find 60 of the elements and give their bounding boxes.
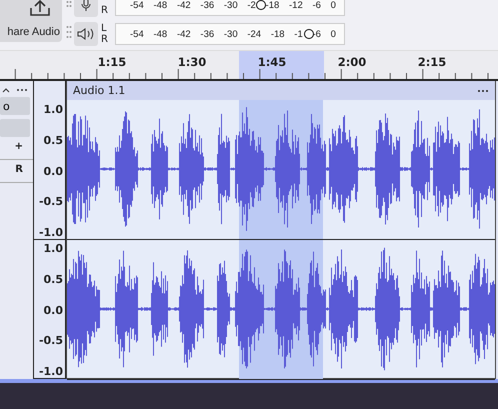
solo-button[interactable]: o: [0, 97, 30, 115]
gain-label: +: [14, 141, 23, 152]
share-audio-button[interactable]: hare Audio: [0, 0, 62, 42]
meter-tick-label: -18: [266, 0, 280, 10]
meter-tick-label: -1: [294, 28, 303, 40]
meter-slider-thumb[interactable]: [256, 0, 266, 10]
meter-tick-label: -24: [247, 28, 262, 40]
amplitude-label: 1.0: [44, 242, 63, 255]
grip-icon[interactable]: [66, 25, 72, 39]
meter-tick-label: -12: [289, 0, 303, 10]
timeline-ruler[interactable]: 1:15 1:30 1:45 2:00 2:15: [0, 51, 498, 81]
time-label: 2:15: [416, 55, 448, 69]
time-label: 2:00: [336, 55, 368, 69]
meter-tick-label: 0: [330, 28, 336, 40]
meter-tick-label: -54: [130, 28, 144, 40]
channel-label: L: [101, 23, 108, 34]
speaker-icon: [77, 27, 95, 41]
meter-tick-label: -6: [312, 0, 321, 10]
grip-icon[interactable]: [66, 0, 72, 10]
more-icon[interactable]: [477, 88, 489, 92]
pan-label: R: [15, 164, 23, 175]
meter-tick-label: -18: [270, 28, 285, 40]
amplitude-label: -0.5: [38, 334, 63, 348]
meter-tick-label: -30: [224, 28, 238, 40]
time-label: 1:30: [176, 55, 208, 69]
meter-slider-thumb[interactable]: [304, 29, 314, 39]
clip-header[interactable]: Audio 1.1: [67, 81, 495, 100]
meter-slider[interactable]: -54 -48 -42 -36 -30 -2 -18 -12 -6 0: [115, 0, 345, 16]
clip-name: Audio 1.1: [73, 84, 126, 97]
amplitude-label: -1.0: [38, 226, 63, 239]
amplitude-label: -0.5: [38, 195, 63, 208]
meter-slider[interactable]: -54 -48 -42 -36 -30 -24 -18 -1 -6 0: [115, 23, 345, 45]
meter-tick-label: -36: [200, 28, 214, 40]
track-button[interactable]: [0, 119, 30, 137]
amplitude-label: 0.5: [44, 272, 63, 286]
meter-tick-label: -48: [153, 28, 168, 40]
meter-tick-label: -48: [153, 0, 168, 10]
time-label: 1:45: [256, 55, 288, 69]
upload-icon: [29, 0, 51, 16]
channel-label: R: [101, 34, 109, 45]
meter-tick-label: 0: [330, 0, 336, 10]
meter-tick-label: -42: [176, 28, 191, 40]
amplitude-label: 0.0: [44, 304, 63, 316]
microphone-icon: [80, 0, 92, 12]
channel-label: R: [101, 5, 109, 16]
collapse-icon[interactable]: [2, 87, 10, 93]
meter-tick-label: -30: [224, 0, 238, 10]
speaker-button[interactable]: [74, 22, 98, 46]
more-icon[interactable]: [16, 88, 28, 92]
amplitude-label: 0.0: [44, 164, 63, 178]
amplitude-label: 1.0: [44, 103, 63, 116]
meter-tick-label: -36: [200, 0, 214, 10]
amplitude-label: -1.0: [38, 365, 63, 378]
microphone-button[interactable]: [74, 0, 98, 17]
time-label: 1:15: [96, 55, 128, 69]
meter-tick-label: -2: [247, 0, 256, 10]
amplitude-label: 0.5: [44, 134, 63, 147]
meter-tick-label: -6: [312, 28, 321, 40]
meter-tick-label: -54: [130, 0, 144, 10]
meter-tick-label: -42: [176, 0, 191, 10]
